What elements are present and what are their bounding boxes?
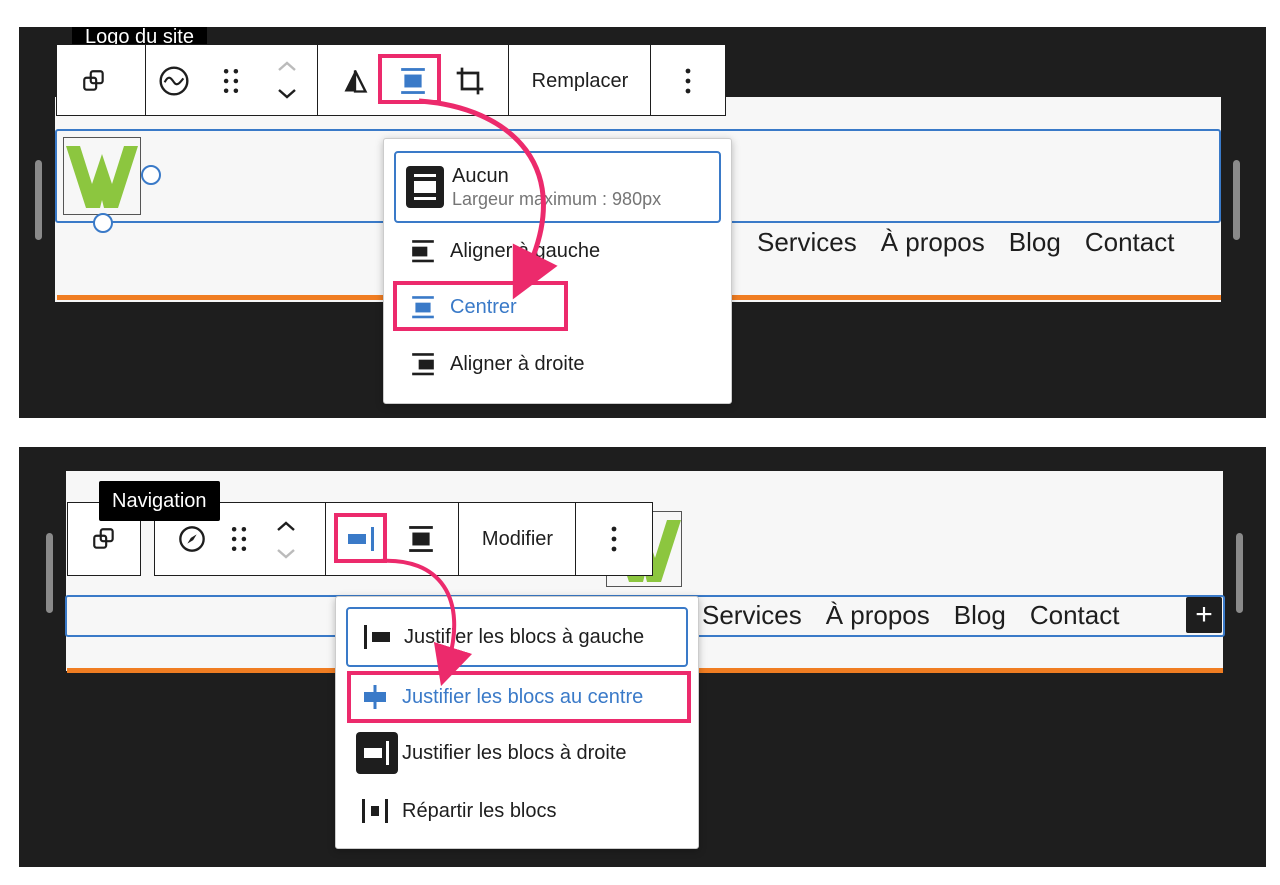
align-option-none-text: Justifier les blocs à gauche Aucun Large… (452, 166, 661, 208)
crop-button[interactable] (446, 45, 494, 117)
replace-button[interactable]: Remplacer (509, 45, 651, 117)
nav-link-about[interactable]: À propos (826, 600, 930, 631)
chevron-up-icon (277, 521, 295, 531)
justify-space-between-icon (356, 792, 394, 830)
move-down-button[interactable] (264, 81, 310, 107)
toolbar-group-parent (57, 45, 146, 115)
logo-resize-handle-right[interactable] (141, 165, 161, 185)
vertical-alignment-button[interactable] (396, 503, 446, 575)
toolbar-group-move (146, 45, 318, 115)
right-resize-handle[interactable] (1233, 160, 1240, 240)
align-option-none-title: Aucun (452, 165, 509, 187)
align-option-none-sublabel: Largeur maximum : 980px (452, 189, 662, 209)
align-option-none[interactable]: Justifier les blocs à gauche Aucun Large… (394, 151, 721, 223)
highlight-center-option (347, 671, 691, 723)
justify-option-space-between[interactable]: Répartir les blocs (356, 791, 686, 831)
highlight-justify-button (334, 513, 387, 563)
justify-right-icon (356, 732, 398, 774)
align-right-icon (404, 345, 442, 383)
site-logo-block-button[interactable] (148, 45, 200, 117)
more-options-button[interactable] (576, 503, 652, 575)
chevron-down-icon (277, 549, 295, 559)
align-option-left-label: Aligner à gauche (450, 239, 601, 262)
crop-icon (456, 67, 484, 95)
drag-handle-button[interactable] (204, 45, 258, 117)
nav-link-services[interactable]: Services (702, 600, 802, 631)
logo-w-icon (66, 146, 138, 208)
align-dropdown-menu: Justifier les blocs à gauche Aucun Large… (383, 138, 732, 404)
justify-option-right-label: Justifier les blocs à droite (402, 741, 627, 764)
align-left-icon (404, 232, 442, 270)
highlight-center-option (393, 281, 568, 331)
navigation-links: Services À propos Blog Contact (757, 227, 1174, 258)
justify-option-left[interactable]: Justifier les blocs à gauche (346, 607, 688, 667)
more-options-button[interactable] (651, 45, 725, 117)
navigation-editor-panel: Services À propos Blog Contact + Modifie… (19, 447, 1266, 867)
toolbar-group-more (576, 503, 652, 575)
logo-resize-handle-bottom[interactable] (93, 213, 113, 233)
add-block-button[interactable]: + (1186, 597, 1222, 633)
duotone-icon (344, 69, 368, 93)
justify-option-left-label: Justifier les blocs à gauche (404, 625, 645, 648)
align-option-left[interactable]: Aligner à gauche (404, 231, 719, 271)
more-vertical-icon (685, 68, 691, 94)
left-resize-handle[interactable] (35, 160, 42, 240)
nav-link-contact[interactable]: Contact (1030, 600, 1120, 631)
nav-link-blog[interactable]: Blog (954, 600, 1006, 631)
drag-handle-button[interactable] (217, 503, 261, 575)
block-type-tooltip: Navigation (99, 481, 220, 521)
align-center-icon (409, 526, 433, 552)
move-up-button[interactable] (263, 513, 309, 539)
nav-link-blog[interactable]: Blog (1009, 227, 1061, 258)
duplicate-icon (83, 70, 104, 91)
toolbar-main: Modifier (154, 502, 653, 576)
toolbar-group-more (651, 45, 727, 115)
duotone-button[interactable] (332, 45, 378, 117)
left-resize-handle[interactable] (46, 533, 53, 613)
compass-icon (179, 526, 205, 552)
align-option-right-label: Aligner à droite (450, 352, 585, 375)
nav-link-contact[interactable]: Contact (1085, 227, 1175, 258)
highlight-align-button (378, 54, 441, 104)
toolbar-group-replace: Remplacer (509, 45, 651, 115)
toolbar-group-edit: Modifier (459, 503, 576, 575)
right-resize-handle[interactable] (1236, 533, 1243, 613)
site-logo-icon (159, 66, 189, 96)
select-parent-button[interactable] (57, 45, 131, 117)
move-down-button[interactable] (263, 541, 309, 567)
more-vertical-icon (611, 526, 617, 552)
drag-dots-icon (231, 526, 247, 552)
navigation-links: Services À propos Blog Contact (702, 600, 1119, 631)
duplicate-icon (93, 528, 114, 549)
site-logo-editor-panel: Services À propos Blog Contact Logo du s… (19, 27, 1266, 418)
nav-link-about[interactable]: À propos (881, 227, 985, 258)
align-option-right[interactable]: Aligner à droite (404, 344, 719, 384)
justify-option-space-between-label: Répartir les blocs (402, 799, 557, 822)
drag-dots-icon (223, 68, 239, 94)
justify-option-right[interactable]: Justifier les blocs à droite (356, 730, 686, 776)
move-up-button[interactable] (264, 53, 310, 79)
chevron-up-icon (278, 61, 296, 71)
edit-button[interactable]: Modifier (459, 503, 576, 575)
chevron-down-icon (278, 89, 296, 99)
align-none-icon (406, 166, 444, 208)
justify-left-icon (358, 618, 396, 656)
site-logo[interactable] (63, 137, 141, 215)
nav-link-services[interactable]: Services (757, 227, 857, 258)
